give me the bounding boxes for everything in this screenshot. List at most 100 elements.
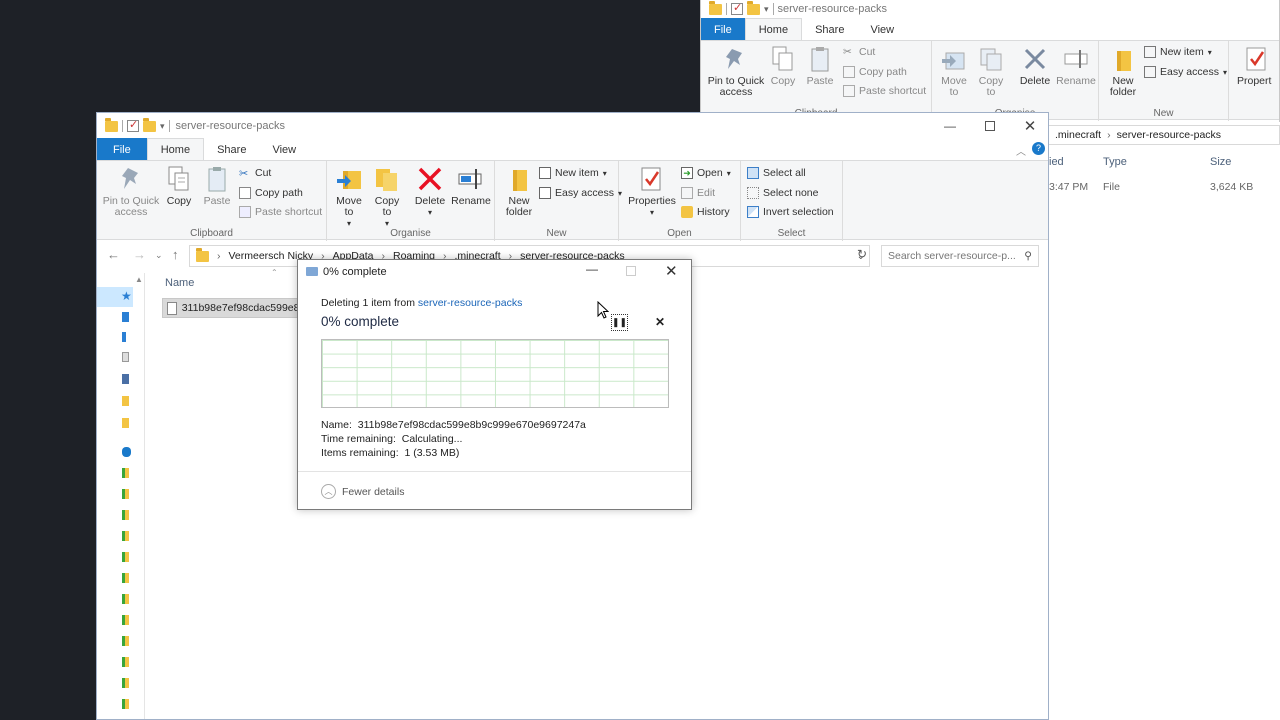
paste-button[interactable]: Paste [201,165,233,207]
clipboard-group: Pin to Quick access Copy Paste ✂ Cut Copy… [97,161,327,241]
file-row[interactable]: 311b98e7ef98cdac599e8b [162,298,302,318]
tab-share[interactable]: Share [802,18,857,41]
paste-label: Paste [806,75,834,87]
cancel-button[interactable]: ✕ [655,315,665,329]
close-button[interactable]: ✕ [1010,113,1048,138]
new-folder-icon[interactable] [143,117,156,132]
copy-label: Copy [166,195,192,207]
recent-locations-button[interactable]: ⌄ [155,250,163,261]
dialog-maximize-button[interactable] [626,266,636,276]
refresh-button[interactable]: ↻ [857,247,867,261]
chevron-right-icon: › [217,250,221,262]
delete-button[interactable]: Delete ▾ [413,165,447,218]
properties-label: Properties [628,195,676,207]
fewer-details-button[interactable]: ︿ Fewer details [321,484,404,499]
collapse-ribbon-icon[interactable]: ︿ [1016,143,1026,158]
up-button[interactable]: ↑ [172,247,179,262]
new-item-button[interactable]: New item ▾ [539,167,607,179]
tab-home[interactable]: Home [146,138,205,161]
move-to-button[interactable]: Move to ▾ [333,165,365,229]
cut-button[interactable]: ✂ Cut [843,46,875,58]
move-to-button[interactable]: Move to [938,45,970,98]
search-input[interactable]: Search server-resource-p... [888,250,1016,262]
new-item-icon [1144,46,1156,58]
source-folder-link[interactable]: server-resource-packs [418,297,522,309]
properties-button[interactable]: Propert [1237,45,1279,87]
paste-button[interactable]: Paste [804,45,836,87]
back-column-modified[interactable]: ied [1049,156,1064,168]
properties-check-icon[interactable] [731,1,743,15]
copy-label: Copy [770,75,796,87]
edit-label: Edit [697,187,716,199]
new-folder-button[interactable]: New folder [1105,45,1141,98]
select-none-button[interactable]: Select none [747,187,818,199]
history-button[interactable]: History [681,206,730,218]
paste-shortcut-button[interactable]: Paste shortcut [843,85,926,97]
tab-home[interactable]: Home [744,18,803,41]
copy-button[interactable]: Copy [768,45,798,87]
pin-to-quick-access-button[interactable]: Pin to Quick access [101,165,161,218]
back-breadcrumb-minecraft[interactable]: .minecraft [1055,129,1101,141]
easy-access-button[interactable]: Easy access ▾ [1144,66,1227,78]
tab-view[interactable]: View [857,18,907,41]
invert-selection-button[interactable]: Invert selection [747,206,834,218]
new-folder-icon[interactable] [747,0,760,15]
qat-dropdown-icon[interactable]: ▾ [160,121,165,132]
cut-button[interactable]: ✂ Cut [239,167,271,180]
pin-to-quick-access-button[interactable]: Pin to Quick access [706,45,766,98]
tab-file[interactable]: File [97,138,147,161]
copy-to-button[interactable]: Copy to ▾ [371,165,403,229]
column-header-name[interactable]: Name [165,277,194,289]
select-group-label: Select [777,228,806,239]
rename-button[interactable]: Rename [451,165,491,207]
organise-group-label: Organise [390,228,431,239]
minimize-button[interactable]: — [930,113,970,138]
easy-access-label: Easy access [555,187,614,199]
copy-path-button[interactable]: Copy path [239,187,303,199]
copy-to-button[interactable]: Copy to [975,45,1007,98]
scroll-up-arrow[interactable]: ▲ [135,275,143,284]
new-item-label: New item [1160,46,1204,58]
select-all-button[interactable]: Select all [747,167,806,179]
help-icon[interactable]: ? [1032,142,1045,155]
dialog-close-button[interactable]: ✕ [665,262,678,280]
back-column-type[interactable]: Type [1103,156,1127,168]
forward-button[interactable]: → [133,247,146,262]
copy-button[interactable]: Copy [163,165,195,207]
properties-check-icon[interactable] [127,118,139,132]
pause-button[interactable]: ❚❚ [611,314,628,331]
paste-shortcut-button[interactable]: Paste shortcut [239,206,322,218]
dialog-minimize-button[interactable]: — [586,262,598,276]
copy-path-button[interactable]: Copy path [843,66,907,78]
edit-button[interactable]: Edit [681,187,715,199]
select-none-icon [747,187,759,199]
open-button[interactable]: ➜ Open ▾ [681,167,731,179]
select-all-icon [747,167,759,179]
back-row-size: 3,624 KB [1210,181,1254,193]
new-folder-button[interactable]: New folder [500,165,538,218]
maximize-button[interactable] [970,113,1010,138]
select-group: Select all Select none Invert selection … [741,161,843,241]
easy-access-button[interactable]: Easy access ▾ [539,187,622,199]
pictures-icon [122,374,129,384]
rename-button[interactable]: Rename [1056,45,1096,87]
details-items-row: Items remaining: 1 (3.53 MB) [321,447,459,459]
new-item-button[interactable]: New item ▾ [1144,46,1212,58]
back-breadcrumb-srp[interactable]: server-resource-packs [1117,129,1221,141]
search-box[interactable]: Search server-resource-p... ⚲ [881,245,1039,267]
back-button[interactable]: ← [107,247,120,262]
tab-file[interactable]: File [701,18,745,41]
delete-button[interactable]: Delete [1018,45,1052,87]
back-column-size[interactable]: Size [1210,156,1231,168]
maximize-icon [985,120,995,131]
tab-share[interactable]: Share [204,138,259,161]
tab-view[interactable]: View [259,138,309,161]
copy-path-icon [843,66,855,78]
new-group: New folder New item ▾ Easy access ▾ New [1099,41,1229,121]
navigation-pane: ★ [97,273,145,719]
back-address-bar: .minecraft › server-resource-packs [1049,125,1280,145]
folder-icon [105,117,118,132]
qat-dropdown-icon[interactable]: ▾ [764,4,769,15]
name-value: 311b98e7ef98cdac599e8b9c999e670e9697247a [357,419,586,431]
properties-button[interactable]: Properties ▾ [627,165,677,218]
